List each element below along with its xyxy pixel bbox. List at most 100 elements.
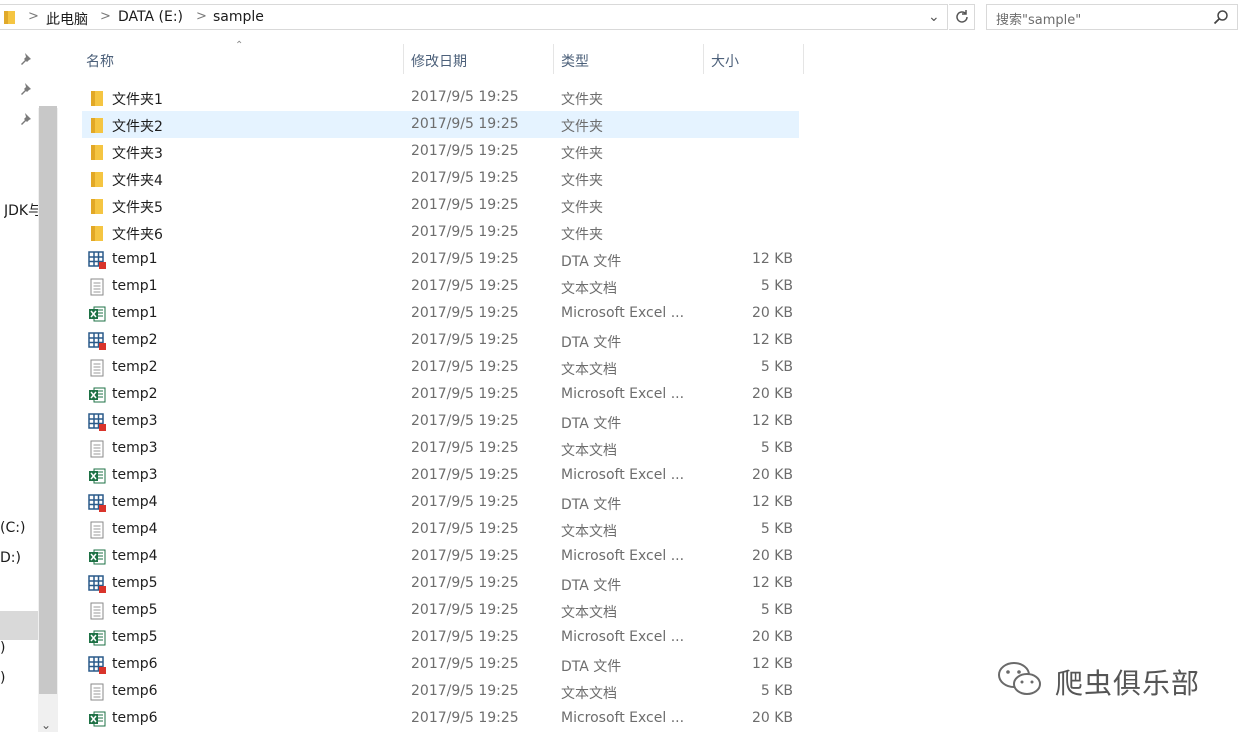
folder-icon — [91, 91, 103, 106]
text-file-icon — [90, 359, 104, 377]
file-date: 2017/9/5 19:25 — [411, 386, 519, 402]
file-type: 文件夹 — [561, 173, 603, 189]
file-date: 2017/9/5 19:25 — [411, 332, 519, 348]
chevron-down-icon[interactable]: ⌄ — [928, 9, 940, 25]
chevron-right-icon[interactable]: > — [28, 9, 39, 24]
text-file-icon — [88, 683, 106, 701]
file-name: temp1 — [112, 278, 158, 294]
nav-item-jdk[interactable]: JDK与 — [4, 200, 42, 220]
file-type: Microsoft Excel ... — [561, 629, 685, 645]
file-date: 2017/9/5 19:25 — [411, 629, 519, 645]
breadcrumb-data-drive[interactable]: DATA (E:) — [118, 9, 183, 25]
file-date: 2017/9/5 19:25 — [411, 197, 519, 213]
file-size: 20 KB — [751, 629, 793, 645]
search-icon[interactable] — [1213, 9, 1229, 25]
column-header-type[interactable]: 类型 — [554, 44, 703, 74]
file-row[interactable]: temp6 2017/9/5 19:25 文本文档 5 KB — [82, 678, 799, 705]
file-row[interactable]: temp5 2017/9/5 19:25 文本文档 5 KB — [82, 597, 799, 624]
nav-item-drive-c[interactable]: (C:) — [0, 520, 38, 536]
column-header-size[interactable]: 大小 — [704, 44, 803, 74]
file-type: DTA 文件 — [561, 659, 622, 675]
excel-file-icon — [88, 548, 106, 566]
file-row[interactable]: temp4 2017/9/5 19:25 Microsoft Excel ... 20… — [82, 543, 799, 570]
sort-ascending-icon: ⌃ — [235, 40, 244, 51]
excel-file-icon — [89, 711, 106, 727]
watermark-text: 爬虫俱乐部 — [1055, 667, 1201, 700]
refresh-button[interactable] — [949, 4, 975, 30]
file-row[interactable]: temp5 2017/9/5 19:25 DTA 文件 12 KB — [82, 570, 799, 597]
file-size: 5 KB — [760, 278, 793, 294]
file-date: 2017/9/5 19:25 — [411, 575, 519, 591]
file-name: temp5 — [112, 602, 158, 618]
file-type: 文件夹 — [561, 92, 603, 108]
file-row[interactable]: 文件夹1 2017/9/5 19:25 文件夹 — [82, 84, 799, 111]
breadcrumb-this-pc[interactable]: 此电脑 — [46, 9, 88, 29]
file-type: 文件夹 — [561, 119, 603, 135]
file-date: 2017/9/5 19:25 — [411, 467, 519, 483]
file-date: 2017/9/5 19:25 — [411, 170, 519, 186]
file-date: 2017/9/5 19:25 — [411, 494, 519, 510]
file-row[interactable]: temp6 2017/9/5 19:25 Microsoft Excel ... 20… — [82, 705, 799, 732]
excel-file-icon — [89, 630, 106, 646]
folder-icon — [88, 224, 106, 242]
file-size: 20 KB — [751, 710, 793, 726]
pin-icon[interactable] — [20, 52, 34, 66]
file-size: 5 KB — [760, 602, 793, 618]
dta-file-icon — [88, 332, 106, 350]
file-row[interactable]: temp6 2017/9/5 19:25 DTA 文件 12 KB — [82, 651, 799, 678]
search-input[interactable]: 搜索"sample" — [996, 9, 1081, 28]
text-file-icon — [90, 602, 104, 620]
address-bar[interactable]: > 此电脑 > DATA (E:) > sample ⌄ — [0, 4, 948, 30]
file-date: 2017/9/5 19:25 — [411, 602, 519, 618]
file-row[interactable]: temp5 2017/9/5 19:25 Microsoft Excel ... 20… — [82, 624, 799, 651]
file-row[interactable]: temp2 2017/9/5 19:25 DTA 文件 12 KB — [82, 327, 799, 354]
nav-item[interactable]: ) — [0, 640, 38, 656]
scroll-down-icon[interactable]: ⌄ — [41, 718, 51, 732]
column-header-date[interactable]: 修改日期 — [404, 44, 553, 74]
file-row[interactable]: temp3 2017/9/5 19:25 文本文档 5 KB — [82, 435, 799, 462]
address-toolbar: > 此电脑 > DATA (E:) > sample ⌄ 搜索"sample" — [0, 0, 1249, 38]
chevron-right-icon[interactable]: > — [196, 9, 207, 24]
file-type: Microsoft Excel ... — [561, 467, 685, 483]
file-row[interactable]: temp3 2017/9/5 19:25 DTA 文件 12 KB — [82, 408, 799, 435]
nav-item-drive-d[interactable]: D:) — [0, 550, 38, 566]
file-row[interactable]: 文件夹5 2017/9/5 19:25 文件夹 — [82, 192, 799, 219]
file-type: DTA 文件 — [561, 497, 622, 513]
file-date: 2017/9/5 19:25 — [411, 116, 519, 132]
file-name: temp6 — [112, 656, 158, 672]
nav-item[interactable]: ) — [0, 670, 38, 686]
file-size: 12 KB — [751, 656, 793, 672]
file-row[interactable]: 文件夹6 2017/9/5 19:25 文件夹 — [82, 219, 799, 246]
file-name: temp4 — [112, 548, 158, 564]
file-size: 5 KB — [760, 521, 793, 537]
column-divider[interactable] — [803, 44, 804, 74]
file-row[interactable]: temp2 2017/9/5 19:25 Microsoft Excel ... 20… — [82, 381, 799, 408]
file-type: DTA 文件 — [561, 254, 622, 270]
file-date: 2017/9/5 19:25 — [411, 143, 519, 159]
pin-icon[interactable] — [20, 112, 34, 126]
file-size: 20 KB — [751, 386, 793, 402]
pin-icon[interactable] — [20, 82, 34, 96]
file-size: 20 KB — [751, 467, 793, 483]
folder-icon — [4, 11, 15, 24]
breadcrumb-sample[interactable]: sample — [213, 9, 264, 25]
file-row[interactable]: temp3 2017/9/5 19:25 Microsoft Excel ... 20… — [82, 462, 799, 489]
file-row[interactable]: 文件夹2 2017/9/5 19:25 文件夹 — [82, 111, 799, 138]
nav-item-selected[interactable] — [0, 611, 38, 640]
file-row[interactable]: temp4 2017/9/5 19:25 文本文档 5 KB — [82, 516, 799, 543]
file-row[interactable]: temp1 2017/9/5 19:25 DTA 文件 12 KB — [82, 246, 799, 273]
file-type: 文本文档 — [561, 686, 617, 702]
file-row[interactable]: 文件夹3 2017/9/5 19:25 文件夹 — [82, 138, 799, 165]
file-row[interactable]: temp1 2017/9/5 19:25 文本文档 5 KB — [82, 273, 799, 300]
file-name: 文件夹5 — [112, 200, 163, 216]
file-row[interactable]: 文件夹4 2017/9/5 19:25 文件夹 — [82, 165, 799, 192]
file-row[interactable]: temp4 2017/9/5 19:25 DTA 文件 12 KB — [82, 489, 799, 516]
dta-file-icon — [88, 575, 106, 593]
file-row[interactable]: temp2 2017/9/5 19:25 文本文档 5 KB — [82, 354, 799, 381]
file-row[interactable]: temp1 2017/9/5 19:25 Microsoft Excel ... 20… — [82, 300, 799, 327]
file-name: temp3 — [112, 467, 158, 483]
search-box[interactable]: 搜索"sample" — [986, 4, 1238, 30]
chevron-right-icon[interactable]: > — [100, 9, 111, 24]
file-type: DTA 文件 — [561, 335, 622, 351]
nav-scrollbar-thumb[interactable] — [39, 106, 57, 694]
